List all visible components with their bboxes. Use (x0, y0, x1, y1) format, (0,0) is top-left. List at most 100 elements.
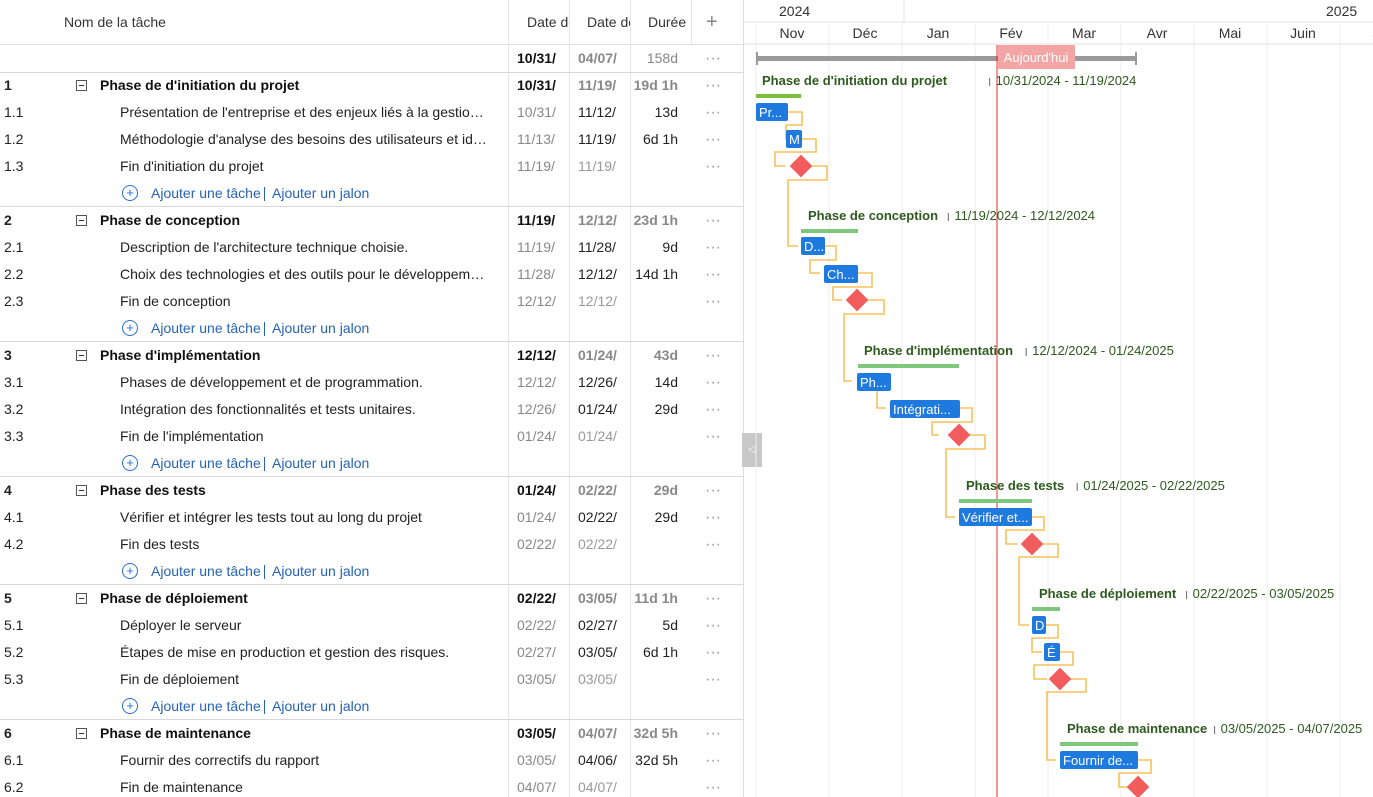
task-row[interactable]: 1.2 Méthodologie d'analyse des besoins de… (0, 126, 743, 153)
milestone-diamond[interactable] (845, 288, 869, 312)
task-name[interactable]: Fin de conception (120, 288, 490, 315)
row-more-button[interactable]: ··· (705, 531, 725, 558)
add-milestone-link[interactable]: Ajouter un jalon (272, 180, 369, 207)
duration[interactable]: 14d (634, 369, 678, 396)
add-milestone-link[interactable]: Ajouter un jalon (272, 315, 369, 342)
duration[interactable]: 5d (634, 612, 678, 639)
row-more-button[interactable]: ··· (705, 126, 725, 153)
task-name[interactable]: Vérifier et intégrer les tests tout au l… (120, 504, 490, 531)
end-date[interactable]: 01/24/ (578, 342, 622, 369)
group-bar[interactable] (1032, 607, 1060, 611)
duration[interactable]: 32d 5h (634, 720, 678, 747)
task-name[interactable]: Phase de déploiement (100, 585, 470, 612)
task-name[interactable]: Phases de développement et de programmat… (120, 369, 490, 396)
add-circle-icon[interactable]: + (122, 455, 138, 471)
start-date[interactable]: 11/19/ (517, 153, 561, 180)
task-name[interactable]: Fin de maintenance (120, 774, 490, 797)
task-row[interactable]: 5.2 Étapes de mise en production et gesti… (0, 639, 743, 666)
duration[interactable]: 19d 1h (634, 72, 678, 99)
project-summary-bar[interactable] (756, 56, 1137, 61)
group-bar[interactable] (858, 364, 959, 368)
row-more-button[interactable]: ··· (705, 720, 725, 747)
group-row[interactable]: 6 Phase de maintenance 03/05/04/07/32d 5h ·… (0, 719, 743, 747)
group-bar[interactable] (1060, 742, 1138, 746)
end-date[interactable]: 11/12/ (578, 99, 622, 126)
collapse-toggle-icon[interactable] (76, 593, 87, 604)
row-more-button[interactable]: ··· (705, 234, 725, 261)
duration[interactable]: 29d (634, 396, 678, 423)
group-bar[interactable] (801, 229, 858, 233)
milestone-diamond[interactable] (1048, 667, 1072, 691)
task-name[interactable]: Fin de déploiement (120, 666, 490, 693)
duration[interactable] (634, 774, 678, 797)
task-name[interactable]: Méthodologie d'analyse des besoins des u… (120, 126, 490, 153)
start-date[interactable]: 03/05/ (517, 720, 561, 747)
collapse-toggle-icon[interactable] (76, 350, 87, 361)
add-milestone-link[interactable]: Ajouter un jalon (272, 558, 369, 585)
task-row[interactable]: 4.2 Fin des tests 02/22/02/22/ ··· (0, 531, 743, 558)
end-date[interactable]: 02/27/ (578, 612, 622, 639)
group-row[interactable]: 2 Phase de conception 11/19/12/12/23d 1h ··… (0, 206, 743, 234)
row-more-button[interactable]: ··· (705, 288, 725, 315)
end-date[interactable]: 02/22/ (578, 504, 622, 531)
task-name[interactable]: Déployer le serveur (120, 612, 490, 639)
end-date[interactable]: 12/12/ (578, 207, 622, 234)
group-row[interactable]: 3 Phase d'implémentation 12/12/01/24/43d ··… (0, 341, 743, 369)
row-more-button[interactable]: ··· (705, 423, 725, 450)
milestone-diamond[interactable] (947, 423, 971, 447)
duration[interactable]: 29d (634, 504, 678, 531)
add-row[interactable]: + Ajouter une tâche Ajouter un jalon (0, 315, 743, 342)
row-more-button[interactable]: ··· (705, 477, 725, 504)
start-date[interactable]: 01/24/ (517, 504, 561, 531)
end-date[interactable]: 03/05/ (578, 666, 622, 693)
row-more-button[interactable]: ··· (705, 261, 725, 288)
task-name[interactable]: Description de l'architecture technique … (120, 234, 490, 261)
task-row[interactable]: 2.2 Choix des technologies et des outils … (0, 261, 743, 288)
start-date[interactable]: 12/12/ (517, 288, 561, 315)
row-more-button[interactable]: ··· (705, 153, 725, 180)
end-date[interactable]: 04/06/ (578, 747, 622, 774)
row-more-button[interactable]: ··· (705, 504, 725, 531)
end-date[interactable]: 12/12/ (578, 288, 622, 315)
row-more-button[interactable]: ··· (705, 99, 725, 126)
task-name[interactable]: Phase des tests (100, 477, 470, 504)
add-task-link[interactable]: Ajouter une tâche (151, 180, 261, 207)
start-date[interactable]: 11/19/ (517, 207, 561, 234)
task-name[interactable]: Choix des technologies et des outils pou… (120, 261, 490, 288)
collapse-toggle-icon[interactable] (76, 728, 87, 739)
start-date[interactable]: 01/24/ (517, 423, 561, 450)
task-row[interactable]: 2.3 Fin de conception 12/12/12/12/ ··· (0, 288, 743, 315)
start-date[interactable]: 12/12/ (517, 342, 561, 369)
duration[interactable] (634, 153, 678, 180)
group-row[interactable]: 1 Phase de d'initiation du projet 10/31/11… (0, 72, 743, 99)
end-date[interactable]: 11/19/ (578, 126, 622, 153)
row-more-button[interactable]: ··· (705, 747, 725, 774)
task-row[interactable]: 1.1 Présentation de l'entreprise et des e… (0, 99, 743, 126)
add-row[interactable]: + Ajouter une tâche Ajouter un jalon (0, 693, 743, 720)
start-date[interactable]: 02/22/ (517, 585, 561, 612)
row-more-button[interactable]: ··· (705, 639, 725, 666)
task-row[interactable]: 6.2 Fin de maintenance 04/07/04/07/ ··· (0, 774, 743, 797)
duration[interactable]: 6d 1h (634, 639, 678, 666)
start-date[interactable]: 04/07/ (517, 774, 561, 797)
end-date[interactable]: 02/22/ (578, 531, 622, 558)
end-date[interactable]: 11/28/ (578, 234, 622, 261)
add-row[interactable]: + Ajouter une tâche Ajouter un jalon (0, 450, 743, 477)
group-row[interactable]: 4 Phase des tests 01/24/02/22/29d ··· (0, 476, 743, 504)
add-circle-icon[interactable]: + (122, 320, 138, 336)
add-circle-icon[interactable]: + (122, 698, 138, 714)
duration[interactable]: 29d (634, 477, 678, 504)
task-row[interactable]: 1.3 Fin d'initiation du projet 11/19/11/19… (0, 153, 743, 180)
add-task-link[interactable]: Ajouter une tâche (151, 558, 261, 585)
start-date[interactable]: 10/31/ (517, 99, 561, 126)
start-date[interactable]: 02/22/ (517, 612, 561, 639)
group-row[interactable]: 5 Phase de déploiement 02/22/03/05/11d 1h ·… (0, 584, 743, 612)
duration[interactable]: 9d (634, 234, 678, 261)
collapse-toggle-icon[interactable] (76, 215, 87, 226)
column-header-end[interactable]: Date de (587, 0, 630, 44)
task-name[interactable]: Intégration des fonctionnalités et tests… (120, 396, 490, 423)
add-milestone-link[interactable]: Ajouter un jalon (272, 450, 369, 477)
row-more-button[interactable]: ··· (705, 666, 725, 693)
end-date[interactable]: 02/22/ (578, 477, 622, 504)
duration[interactable] (634, 288, 678, 315)
